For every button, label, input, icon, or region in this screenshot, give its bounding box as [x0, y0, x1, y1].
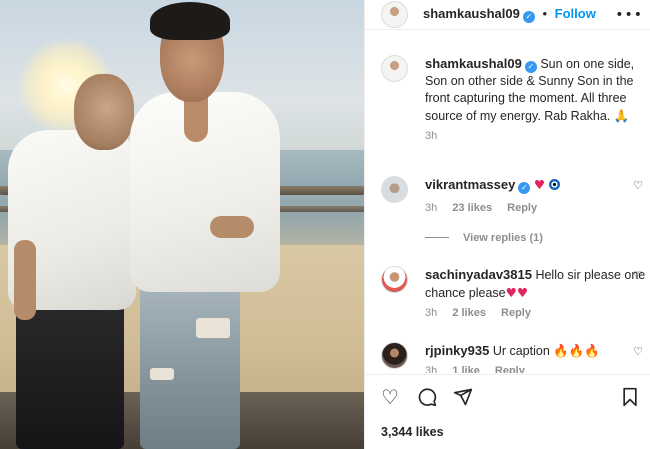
- owner-username[interactable]: shamkaushal09: [423, 6, 520, 21]
- post-action-bar: ♡ 3,344 likes: [365, 374, 650, 449]
- commenter-avatar[interactable]: [381, 176, 408, 203]
- comment-likes[interactable]: 2 likes: [452, 307, 486, 319]
- comment-icon[interactable]: [417, 387, 437, 410]
- comment-text: Ur caption: [492, 344, 550, 358]
- comment-like-heart-icon[interactable]: ♡: [633, 269, 643, 282]
- bookmark-icon[interactable]: [621, 387, 639, 410]
- more-options-icon[interactable]: •••: [615, 7, 643, 23]
- comment-username[interactable]: vikrantmassey: [425, 177, 515, 192]
- red-heart-icon: ♥: [533, 177, 546, 192]
- folded-hands-icon: 🙏: [613, 108, 630, 123]
- comment-time[interactable]: 3h: [425, 307, 437, 319]
- owner-avatar[interactable]: [381, 1, 408, 28]
- owner-avatar[interactable]: [381, 55, 408, 82]
- post-side-panel: shamkaushal09 ✓ • Follow ••• shamkaushal0…: [364, 0, 650, 449]
- reply-button[interactable]: Reply: [495, 365, 525, 373]
- comment-likes[interactable]: 23 likes: [452, 202, 492, 214]
- nazar-amulet-icon: [548, 179, 560, 190]
- paper-plane-icon[interactable]: [453, 387, 473, 410]
- follow-button[interactable]: Follow: [555, 6, 596, 21]
- reply-button[interactable]: Reply: [507, 202, 537, 214]
- fire-icon: 🔥🔥🔥: [553, 343, 600, 358]
- commenter-avatar[interactable]: [381, 342, 408, 369]
- post-header: shamkaushal09 ✓ • Follow •••: [365, 0, 650, 30]
- post-photo[interactable]: [0, 0, 364, 449]
- comment-username[interactable]: rjpinky935: [425, 343, 489, 358]
- comment-username[interactable]: sachinyadav3815: [425, 267, 532, 282]
- heart-icon[interactable]: ♡: [381, 387, 399, 407]
- comment-time[interactable]: 3h: [425, 202, 437, 214]
- comment-time[interactable]: 3h: [425, 365, 437, 373]
- red-heart-icon: ♥♥: [505, 285, 529, 300]
- verified-badge-icon: ✓: [522, 11, 535, 23]
- replies-divider: [425, 237, 449, 238]
- comment-like-heart-icon[interactable]: ♡: [633, 345, 643, 358]
- reply-button[interactable]: Reply: [501, 307, 531, 319]
- caption-username[interactable]: shamkaushal09: [425, 56, 522, 71]
- verified-badge-icon: ✓: [524, 61, 537, 73]
- verified-badge-icon: ✓: [518, 182, 531, 194]
- view-replies-button[interactable]: View replies (1): [425, 232, 543, 244]
- caption-time[interactable]: 3h: [425, 130, 437, 142]
- comments-list[interactable]: shamkaushal09 ✓ Sun on one side, Son on o…: [365, 31, 650, 373]
- commenter-avatar[interactable]: [381, 266, 408, 293]
- comment-like-heart-icon[interactable]: ♡: [633, 179, 643, 192]
- likes-count[interactable]: 3,344 likes: [381, 425, 444, 439]
- comment-likes[interactable]: 1 like: [452, 365, 480, 373]
